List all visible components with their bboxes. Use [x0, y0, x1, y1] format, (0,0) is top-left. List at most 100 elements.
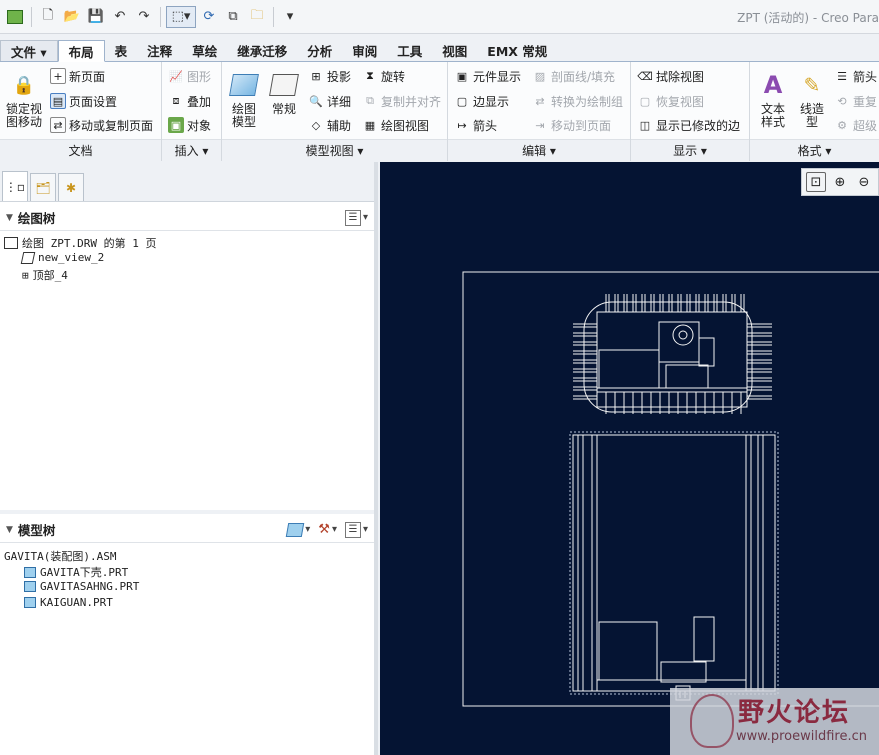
page-setup-icon: ▤	[50, 93, 66, 109]
save-icon[interactable]: 💾	[85, 6, 107, 28]
show-modified-edges-button[interactable]: ◫ 显示已修改的边	[637, 116, 740, 134]
drawing-tree-title: 绘图树	[17, 211, 56, 226]
group-edit: ▣ 元件显示 ▢ 边显示 ↦ 箭头 ▨ 剖面线/填充 ⇄ 转换为绘制组 ⇥ 移动到页面 编辑…	[448, 62, 631, 161]
detail-icon: 🔍	[309, 94, 323, 108]
undo-icon[interactable]: ↶	[109, 6, 131, 28]
drawing-model-button[interactable]: 绘图模型	[228, 70, 260, 129]
model-tree-header[interactable]: ▼ 模型树 ▾ ⚒ ▾ ☰ ▾	[0, 517, 374, 543]
group-label-model-views[interactable]: 模型视图 ▾	[222, 139, 447, 161]
drawing-view-label: 绘图视图	[381, 118, 430, 133]
repeat-button[interactable]: ⟲ 重复	[834, 92, 877, 110]
drawing-tree-header[interactable]: ▼ 绘图树 ☰ ▾	[0, 205, 374, 231]
hyperlink-button[interactable]: ⚙ 超级	[834, 116, 877, 134]
convert-draft-label: 转换为绘制组	[551, 94, 624, 109]
separator	[273, 6, 274, 27]
watermark-title: 野火论坛	[738, 698, 851, 728]
group-label-edit[interactable]: 编辑 ▾	[448, 139, 630, 161]
tree-item-part-2[interactable]: GAVITASAHNG.PRT	[24, 580, 139, 593]
drawing-view-button[interactable]: ▦ 绘图视图	[362, 116, 429, 134]
move-copy-page-icon: ⇄	[50, 117, 66, 133]
tab-file[interactable]: 文件 ▾	[0, 40, 58, 61]
graphic-button[interactable]: 📈 图形	[168, 67, 211, 85]
line-style-button[interactable]: ✎ 线造型	[796, 70, 828, 129]
copy-align-label: 复制并对齐	[381, 94, 442, 109]
group-label-insert[interactable]: 插入 ▾	[162, 139, 221, 161]
folder-star-icon[interactable]: 🗀	[246, 6, 268, 28]
erase-view-button[interactable]: ⌫ 拭除视图	[637, 67, 704, 85]
tree-item-sheet[interactable]: 绘图 ZPT.DRW 的第 1 页	[4, 235, 156, 251]
move-copy-page-button[interactable]: ⇄ 移动或复制页面	[50, 116, 153, 134]
group-label-display[interactable]: 显示 ▾	[631, 139, 749, 161]
tab-sketch[interactable]: 草绘	[182, 40, 227, 61]
new-page-button[interactable]: + 新页面	[50, 67, 105, 85]
copy-align-button[interactable]: ⧉ 复制并对齐	[362, 92, 441, 110]
text-style-button[interactable]: A 文本样式	[756, 70, 790, 129]
tree-item-part-3[interactable]: KAIGUAN.PRT	[24, 596, 113, 609]
select-box-icon[interactable]: ⬚▾	[166, 5, 196, 28]
projection-button[interactable]: ⊞ 投影	[308, 67, 351, 85]
edge-display-label: 边显示	[473, 94, 510, 109]
folder-browser-tab-icon[interactable]: 🗂	[30, 173, 56, 201]
regenerate-icon[interactable]: ⟳	[198, 6, 220, 28]
component-display-button[interactable]: ▣ 元件显示	[454, 67, 521, 85]
format-arrow-label: 箭头	[853, 69, 878, 84]
object-button[interactable]: ▣ 对象	[168, 116, 211, 134]
convert-draft-icon: ⇄	[535, 94, 545, 108]
text-style-icon: A	[763, 70, 783, 99]
favorites-tab-icon[interactable]: ✱	[58, 173, 84, 201]
tab-tools[interactable]: 工具	[387, 40, 432, 61]
windows-icon[interactable]: ⧉	[222, 6, 244, 28]
detail-button[interactable]: 🔍 详细	[308, 92, 351, 110]
tree-item-part-3-label: KAIGUAN.PRT	[40, 596, 113, 609]
edge-display-button[interactable]: ▢ 边显示	[454, 92, 509, 110]
group-display: ⌫ 拭除视图 ▢ 恢复视图 ◫ 显示已修改的边 显示 ▾	[631, 62, 750, 161]
drawing-canvas[interactable]: ⊡ ⊕ ⊖	[380, 162, 879, 755]
revolve-button[interactable]: ⧗ 旋转	[362, 67, 405, 85]
drawing-tree-settings[interactable]: ☰ ▾	[344, 209, 368, 226]
arrow-button[interactable]: ↦ 箭头	[454, 116, 497, 134]
tree-item-top[interactable]: ⊞ 顶部_4	[22, 267, 68, 283]
new-file-icon[interactable]: 🗋	[37, 6, 59, 28]
tools-icon[interactable]: ⚒	[318, 522, 330, 537]
redo-icon[interactable]: ↷	[133, 6, 155, 28]
tab-review[interactable]: 审阅	[342, 40, 387, 61]
tab-legacy-migration[interactable]: 继承迁移	[227, 40, 297, 61]
app-icon[interactable]	[4, 6, 26, 28]
tree-item-part-1[interactable]: GAVITA下壳.PRT	[24, 564, 128, 580]
new-page-icon: +	[50, 68, 66, 84]
format-arrow-button[interactable]: ☰ 箭头	[834, 67, 877, 85]
tree-item-assembly[interactable]: GAVITA(装配图).ASM	[4, 548, 116, 564]
tab-analysis[interactable]: 分析	[297, 40, 342, 61]
tab-annotate[interactable]: 注释	[137, 40, 182, 61]
move-to-page-label: 移动到页面	[551, 118, 612, 133]
general-view-button[interactable]: 常规	[268, 70, 300, 116]
model-tree-tab-icon[interactable]: ⋮▫	[2, 171, 28, 201]
list-settings-icon[interactable]: ☰	[344, 521, 361, 538]
overlay-button[interactable]: ⧈ 叠加	[168, 92, 212, 110]
detail-label: 详细	[327, 94, 352, 109]
tree-item-part-1-label: GAVITA下壳.PRT	[40, 566, 129, 579]
auxiliary-button[interactable]: ◇ 辅助	[308, 116, 351, 134]
open-folder-icon[interactable]: 📂	[61, 6, 83, 28]
tab-table[interactable]: 表	[105, 40, 138, 61]
revolve-icon: ⧗	[366, 69, 374, 82]
tab-view[interactable]: 视图	[432, 40, 477, 61]
pane-splitter[interactable]	[0, 510, 374, 514]
general-view-label: 常规	[271, 102, 296, 116]
part-icon	[24, 581, 36, 592]
section-fill-button[interactable]: ▨ 剖面线/填充	[532, 67, 615, 85]
tab-layout[interactable]: 布局	[57, 40, 105, 62]
group-label-format[interactable]: 格式 ▾	[750, 139, 879, 161]
model-display-icon[interactable]	[286, 522, 305, 537]
lock-view-move-button[interactable]: 🔒 锁定视图移动	[4, 70, 44, 129]
tree-item-view[interactable]: new_view_2	[20, 251, 104, 264]
convert-draft-button[interactable]: ⇄ 转换为绘制组	[532, 92, 623, 110]
move-to-page-button[interactable]: ⇥ 移动到页面	[532, 116, 611, 134]
ribbon-panel: 🔒 锁定视图移动 + 新页面 ▤ 页面设置 ⇄ 移动或复制页面 文档 📈 图形 ⧈ 叠加 …	[0, 62, 879, 161]
page-setup-button[interactable]: ▤ 页面设置	[50, 92, 117, 110]
pane-resize-bar[interactable]	[374, 162, 378, 755]
customize-dropdown-icon[interactable]: ▾	[279, 6, 301, 28]
restore-view-button[interactable]: ▢ 恢复视图	[637, 92, 704, 110]
tab-emx[interactable]: EMX 常规	[477, 40, 557, 61]
projection-icon: ⊞	[311, 69, 321, 83]
